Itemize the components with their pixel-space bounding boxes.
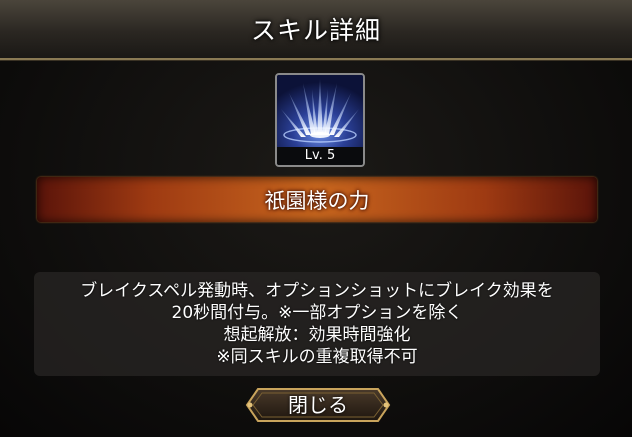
title-bar: スキル詳細 <box>0 0 632 60</box>
dialog-title: スキル詳細 <box>250 16 381 45</box>
description-line: ※同スキルの重複取得不可 <box>216 347 418 367</box>
skill-name-banner: 祇園様の力 <box>37 177 597 222</box>
close-button-label: 閉じる <box>288 393 348 417</box>
description-line: ブレイクスペル発動時、オプションショットにブレイク効果を <box>80 281 554 301</box>
skill-detail-dialog: スキル詳細 Lv. 5 祇園様の力 ブレイクスペル発動時、オプションショットにブ… <box>0 0 632 437</box>
skill-level: Lv. 5 <box>277 147 363 165</box>
ice-shard-burst-icon <box>277 75 363 147</box>
skill-icon-frame: Lv. 5 <box>275 73 365 167</box>
description-line: 20秒間付与。※一部オプションを除く <box>171 303 463 323</box>
close-button[interactable]: 閉じる <box>244 386 392 424</box>
skill-description: ブレイクスペル発動時、オプションショットにブレイク効果を 20秒間付与。※一部オ… <box>34 272 600 376</box>
description-line: 想起解放：効果時間強化 <box>223 325 411 345</box>
skill-name: 祇園様の力 <box>264 188 370 213</box>
